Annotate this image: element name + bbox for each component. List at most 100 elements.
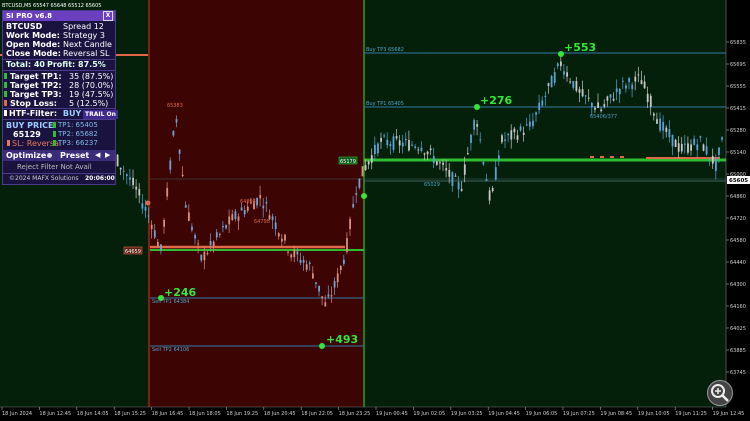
- separator: [3, 70, 115, 71]
- preset-button[interactable]: Preset: [60, 150, 89, 161]
- tp3-row: TP3: 66237: [53, 139, 98, 148]
- optimize-button[interactable]: Optimize: [6, 150, 46, 161]
- candle-body: [370, 155, 373, 163]
- sell-mark-1-label: 64894: [240, 199, 256, 205]
- candle-body: [296, 251, 299, 255]
- open-mode-row: Open Mode:: [6, 40, 60, 49]
- candle-body: [587, 97, 590, 99]
- htf-indicator: [4, 110, 7, 116]
- candle-body: [553, 72, 556, 83]
- candle-body: [668, 129, 671, 138]
- candle-body: [157, 241, 159, 247]
- candle-body: [178, 149, 181, 154]
- candle-body: [594, 107, 596, 110]
- dash-mark: [620, 156, 624, 158]
- htf-filter-value: BUY: [62, 109, 82, 118]
- tp2-indicator: [53, 131, 56, 137]
- candle-body: [256, 198, 258, 206]
- candle-body: [631, 84, 634, 90]
- open-mode-value: Next Candle: [63, 40, 112, 49]
- price-tick-label: 65835: [730, 40, 746, 46]
- candle-body: [473, 120, 475, 130]
- time-tick-label: 19 Jun 02:05: [413, 411, 445, 417]
- candle-body: [259, 194, 262, 199]
- arrow-right-icon[interactable]: ▶: [105, 152, 110, 159]
- candle-body: [436, 161, 438, 165]
- spread-row: Spread 12: [63, 22, 104, 31]
- candle-body: [349, 219, 351, 230]
- candle-body: [172, 130, 175, 136]
- candle-body: [569, 81, 572, 83]
- candle-body: [188, 212, 190, 221]
- time-tick-label: 18 Jun 20:45: [264, 411, 296, 417]
- symbol-label: BTCUSD: [6, 22, 43, 31]
- sell-entry-tag-label: 64659: [125, 249, 141, 255]
- candle-body: [138, 189, 141, 196]
- candle-body: [147, 215, 150, 217]
- tp3-indicator: [53, 140, 56, 146]
- sell-high-label: 65383: [167, 103, 183, 109]
- price-tick-label: 65280: [730, 128, 746, 134]
- time-tick-label: 18 Jun 12:45: [39, 411, 71, 417]
- candle-body: [476, 124, 479, 127]
- dash-mark: [600, 156, 604, 158]
- target-row: Stop Loss: 5 (12.5%): [4, 99, 108, 108]
- candle-body: [541, 100, 544, 106]
- low-price-label: 65029: [424, 182, 440, 188]
- candle-body: [488, 190, 491, 201]
- candle-body: [160, 244, 162, 251]
- close-icon[interactable]: X: [103, 11, 113, 21]
- zoom-icon[interactable]: [707, 380, 733, 406]
- copyright-label: ©2024 MAFX Solutions: [9, 175, 79, 182]
- tp2-row: TP2: 65682: [53, 130, 98, 139]
- candle-body: [622, 80, 624, 82]
- candle-body: [302, 260, 305, 263]
- work-mode-value: Strategy 3: [63, 31, 105, 40]
- dash-mark: [610, 156, 614, 158]
- time-tick-label: 18 Jun 2024: [2, 411, 32, 417]
- buy-price-title-row: BUY PRICE: [6, 121, 54, 130]
- time-tick-label: 18 Jun 16:45: [152, 411, 184, 417]
- candle-body: [327, 294, 330, 297]
- candle-body: [684, 143, 686, 145]
- candle-body: [581, 89, 584, 97]
- candle-body: [498, 155, 500, 160]
- tp2-value: TP2: 65682: [58, 130, 98, 138]
- trail-badge[interactable]: TRAIL On: [83, 110, 118, 119]
- candle-body: [408, 139, 410, 151]
- candle-body: [184, 205, 187, 208]
- candle-body: [463, 164, 466, 175]
- candle-body: [426, 151, 429, 155]
- candle-body: [392, 136, 395, 150]
- target-row: Target TP1: 35 (87.5%): [4, 72, 113, 81]
- candle-body: [634, 76, 637, 82]
- candle-body: [380, 138, 382, 142]
- candle-body: [122, 170, 125, 172]
- open-mode-value-row: Next Candle: [63, 40, 112, 49]
- panel-header[interactable]: SI PRO v6.8 X: [3, 11, 115, 21]
- candle-body: [618, 89, 621, 95]
- time-tick-label: 18 Jun 23:25: [339, 411, 371, 417]
- candle-body: [215, 232, 218, 238]
- candle-body: [637, 74, 640, 76]
- candle-body: [609, 94, 612, 98]
- candle-body: [665, 127, 668, 132]
- candle-body: [702, 144, 705, 151]
- candle-body: [504, 139, 506, 141]
- candle-body: [659, 118, 661, 131]
- candle-body: [386, 139, 389, 146]
- target-row: Target TP2: 28 (70.0%): [4, 81, 113, 90]
- candle-body: [671, 134, 674, 147]
- candle-body: [194, 235, 196, 239]
- candle-body: [653, 113, 655, 116]
- candle-body: [166, 187, 169, 197]
- time-tick-label: 18 Jun 14:05: [77, 411, 109, 417]
- candle-body: [662, 122, 665, 131]
- sell-tp1-label: Sell TP1 64384: [152, 299, 189, 305]
- candle-body: [578, 89, 581, 93]
- symbol-row: BTCUSD: [6, 22, 42, 31]
- candle-body: [485, 179, 488, 182]
- arrow-left-icon[interactable]: ◀: [95, 152, 100, 159]
- panel-title: SI PRO v6.8: [6, 12, 52, 20]
- candle-body: [364, 165, 367, 170]
